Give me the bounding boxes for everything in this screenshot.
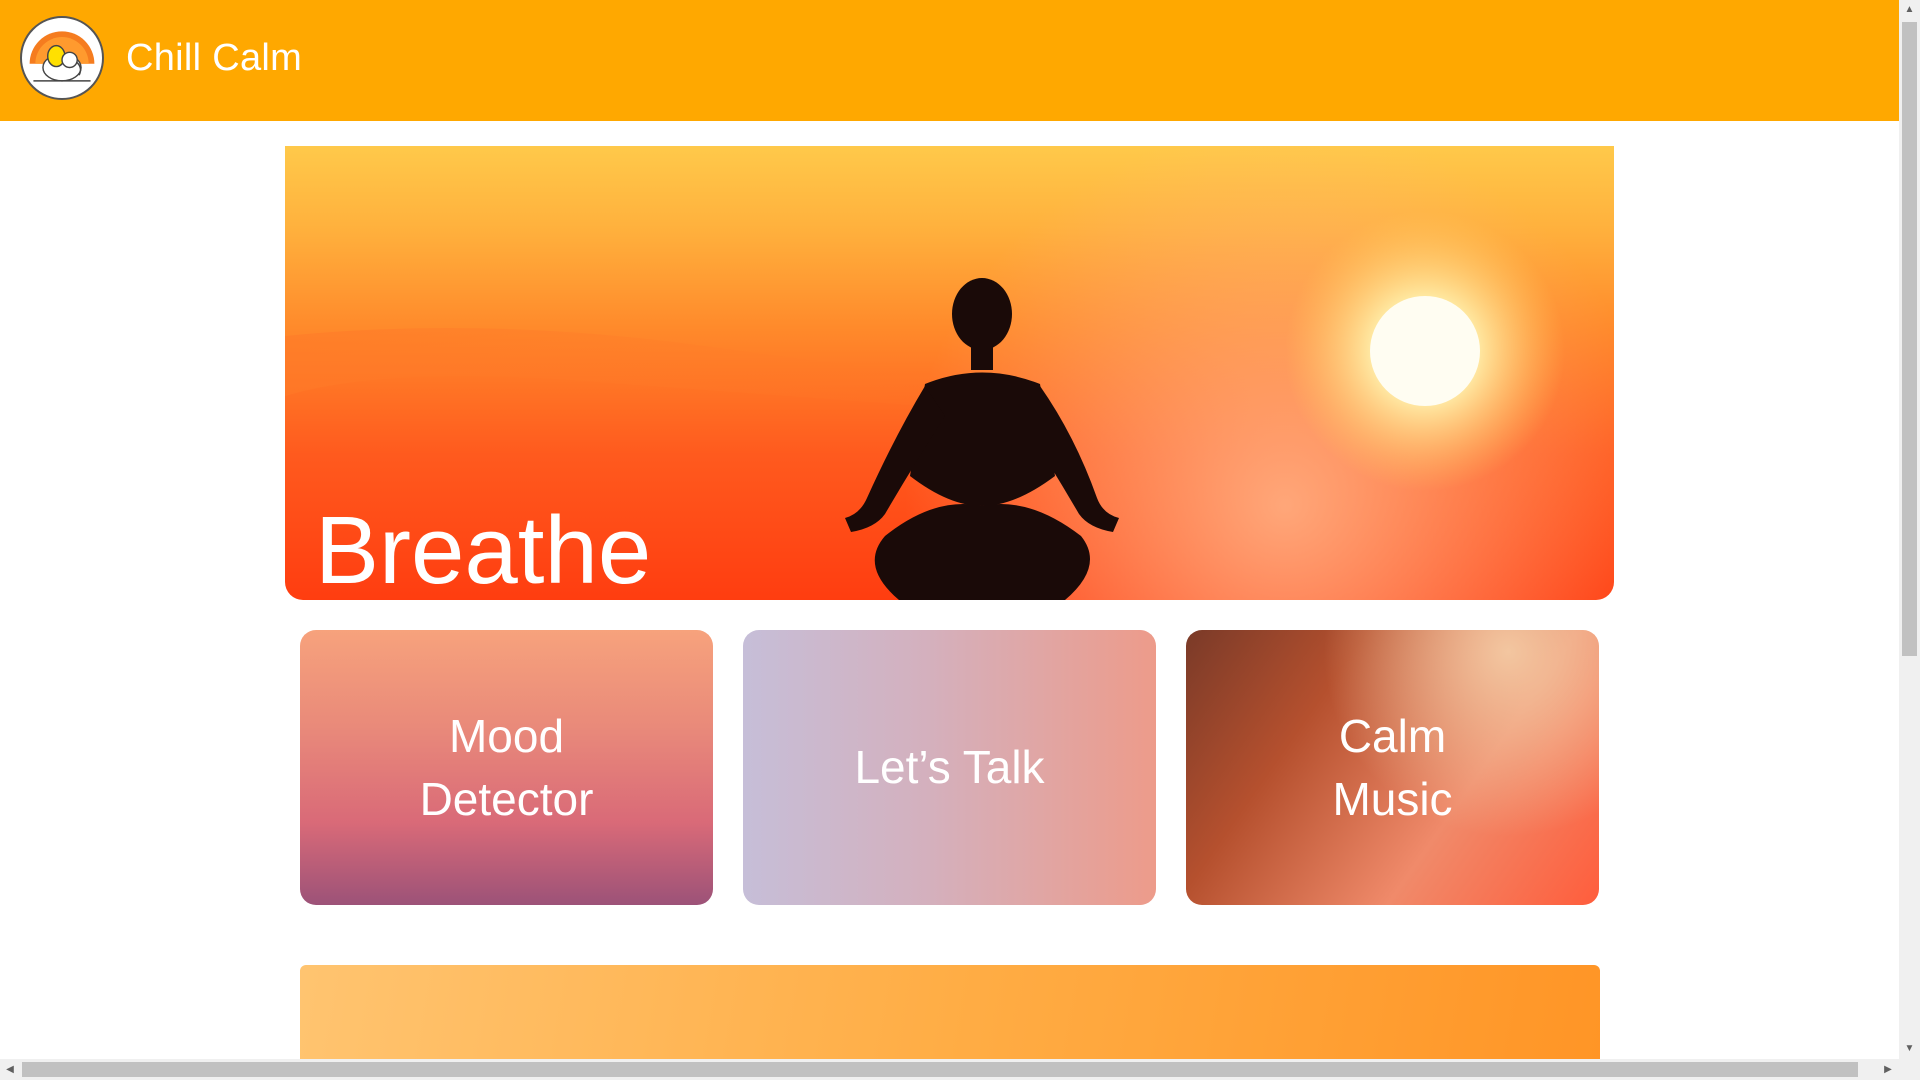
calm-music-label: Calm Music	[1332, 709, 1453, 825]
horizontal-scrollbar[interactable]: ◀ ▶	[0, 1059, 1920, 1080]
elephant-logo-icon[interactable]	[20, 16, 104, 100]
scroll-left-arrow-icon[interactable]: ◀	[0, 1059, 20, 1080]
page-viewport: Chill Calm Breathe Mood Detector Let’s T…	[0, 0, 1899, 1059]
mood-detector-label: Mood Detector	[419, 709, 594, 825]
bottom-feature-banner[interactable]	[300, 965, 1600, 1059]
hero-title: Breathe	[315, 497, 652, 600]
vertical-scrollbar[interactable]: ▲ ▼	[1899, 0, 1920, 1059]
mood-detector-card[interactable]: Mood Detector	[300, 630, 713, 905]
app-header: Chill Calm	[0, 0, 1899, 121]
app-title: Chill Calm	[126, 37, 303, 79]
scroll-right-arrow-icon[interactable]: ▶	[1878, 1059, 1898, 1080]
lets-talk-label: Let’s Talk	[854, 741, 1045, 793]
scroll-down-arrow-icon[interactable]: ▼	[1899, 1039, 1920, 1059]
breathe-hero-banner[interactable]: Breathe	[285, 146, 1614, 600]
scrollbar-corner	[1899, 1059, 1920, 1080]
lets-talk-card[interactable]: Let’s Talk	[743, 630, 1156, 905]
vertical-scroll-thumb[interactable]	[1902, 22, 1917, 656]
horizontal-scroll-thumb[interactable]	[22, 1062, 1858, 1077]
calm-music-card[interactable]: Calm Music	[1186, 630, 1599, 905]
scroll-up-arrow-icon[interactable]: ▲	[1899, 0, 1920, 20]
